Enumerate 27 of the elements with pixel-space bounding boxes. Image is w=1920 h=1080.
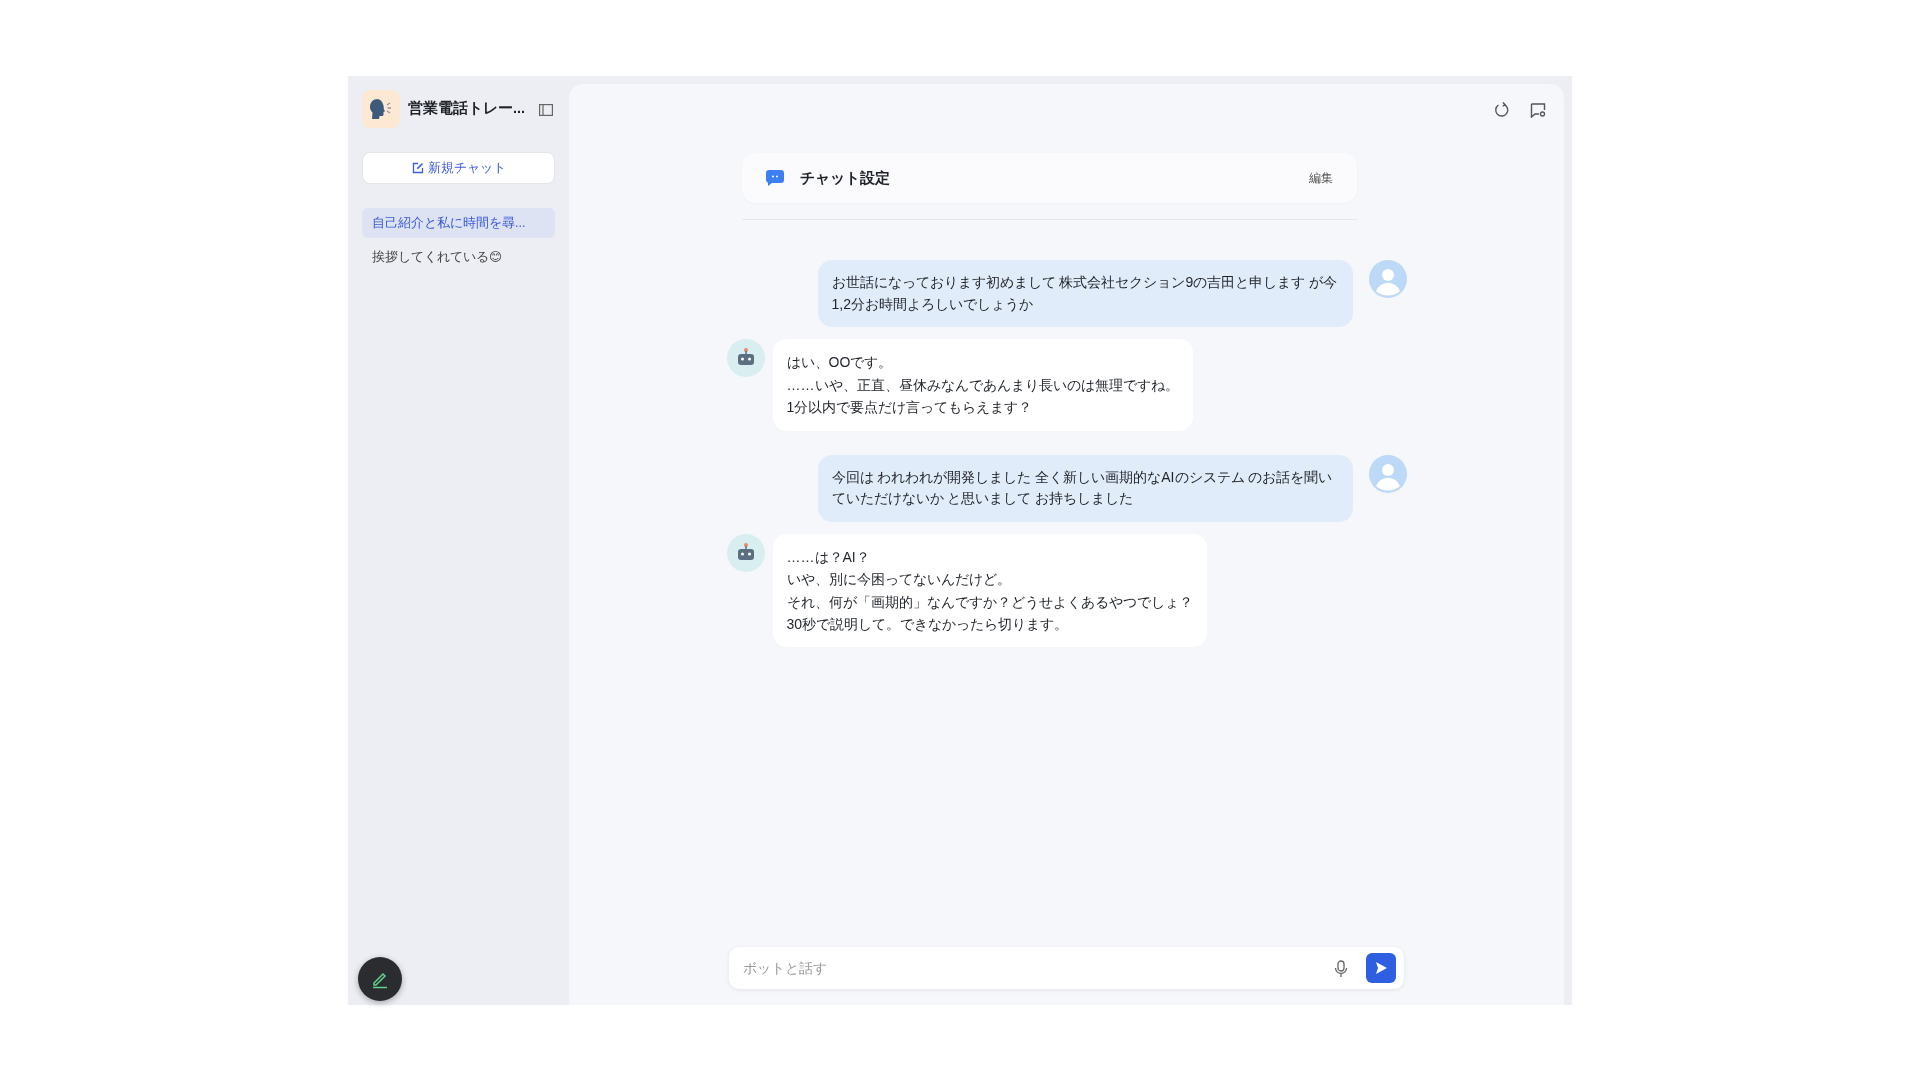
user-avatar: [1368, 260, 1407, 298]
message-text: ……いや、正直、昼休みなんであんまり長いのは無理ですね。: [786, 375, 1179, 395]
message-text: いや、別に今困ってないんだけど。: [786, 570, 1012, 590]
pencil-button[interactable]: [358, 957, 402, 1001]
message-input-bar[interactable]: ボットと話す: [729, 947, 1404, 989]
message-text: ……は？AI？: [786, 547, 871, 567]
chat-bubble-icon: [765, 169, 784, 186]
robot-avatar: [726, 339, 765, 378]
message-text: お世話になっております初めまして 株式会社セクション9の吉田と申します が今1,2分お時間よろしいでしょうか: [831, 273, 1339, 314]
message-text: はい、OOです。: [786, 353, 894, 373]
send-button[interactable]: [1366, 953, 1396, 983]
message-text: 30秒で説明して。できなかったら切ります。: [786, 615, 1070, 635]
speaking-head-icon: [369, 98, 393, 120]
user-avatar: [1368, 454, 1407, 493]
edit-icon: [411, 161, 424, 174]
new-chat-button[interactable]: 新規チャット: [362, 152, 555, 184]
edit-link[interactable]: 編集: [1308, 168, 1333, 187]
message-text: 1分以内で要点だけ言ってもらえます？: [786, 398, 1034, 418]
chat-settings-title: チャット設定: [799, 167, 891, 188]
send-icon: [1374, 961, 1388, 975]
conversation-item[interactable]: 自己紹介と私に時間を尋...: [362, 207, 555, 239]
message-text: それ、何が「画期的」なんですか？どうせよくあるやつでしょ？: [786, 592, 1193, 612]
message-text: 今回は われわれが開発しました 全く新しい画期的なAIのシステム のお話を聞いていただけないか と思いまして お持ちしました: [831, 467, 1334, 509]
app-title: 営業電話トレー...: [408, 99, 527, 119]
conversation-item[interactable]: 挨拶してくれている😊: [362, 242, 555, 273]
message-input-field[interactable]: ボットと話す: [741, 956, 1324, 980]
robot-avatar: [726, 533, 765, 572]
